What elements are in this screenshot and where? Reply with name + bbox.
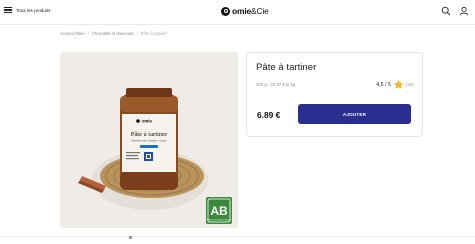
product-price: 6.89 €: [257, 110, 281, 120]
menu-label: Tous les produits: [16, 7, 51, 13]
product-photo: omie Pâte à tartiner Noisettes des Lande…: [60, 52, 238, 228]
breadcrumb-separator: /: [136, 31, 138, 36]
scroll-indicator: [129, 236, 132, 239]
organic-label-subtext: AGRICULTURE BIOLOGIQUE: [207, 219, 232, 222]
jar-name: Pâte à tartiner: [131, 131, 168, 138]
breadcrumb-category[interactable]: Chocolats et douceurs: [92, 31, 134, 36]
bottom-divider: [0, 236, 475, 237]
product-card: Pâte à tartiner 300 g - 22.97 € le kg 4,…: [246, 52, 423, 137]
logo-mark-icon: [221, 6, 230, 16]
jar-subtitle: Noisettes des Landes + Cacao: [131, 139, 167, 143]
breadcrumb-current: Pâte à tartiner: [140, 31, 167, 36]
product-rating[interactable]: 4,5 / 5 (35): [376, 79, 414, 90]
product-title: Pâte à tartiner: [256, 62, 317, 73]
logo[interactable]: omie &Cie: [221, 6, 269, 16]
breadcrumb-separator: /: [87, 31, 89, 36]
user-icon[interactable]: [459, 6, 469, 16]
star-icon: [393, 79, 404, 89]
all-products-menu[interactable]: Tous les produits: [4, 7, 50, 13]
header-divider: [0, 24, 475, 25]
product-jar-image: omie Pâte à tartiner Noisettes des Lande…: [78, 88, 232, 224]
product-details: 300 g - 22.97 € le kg: [256, 82, 296, 87]
add-to-cart-button[interactable]: AJOUTER: [298, 104, 411, 124]
breadcrumb: Accueil Omie / Chocolats et douceurs / P…: [60, 31, 167, 36]
top-bar: Tous les produits omie &Cie: [0, 0, 475, 24]
breadcrumb-home[interactable]: Accueil Omie: [60, 31, 85, 36]
jar-brand: omie: [142, 119, 152, 124]
review-count[interactable]: (35): [406, 82, 414, 87]
organic-label-text: AB: [210, 204, 228, 218]
menu-icon[interactable]: [4, 7, 12, 13]
logo-text-bold: omie: [232, 6, 252, 16]
logo-text-light: &Cie: [251, 6, 269, 16]
search-icon[interactable]: [441, 6, 451, 16]
rating-value: 4,5 / 5: [376, 81, 391, 88]
